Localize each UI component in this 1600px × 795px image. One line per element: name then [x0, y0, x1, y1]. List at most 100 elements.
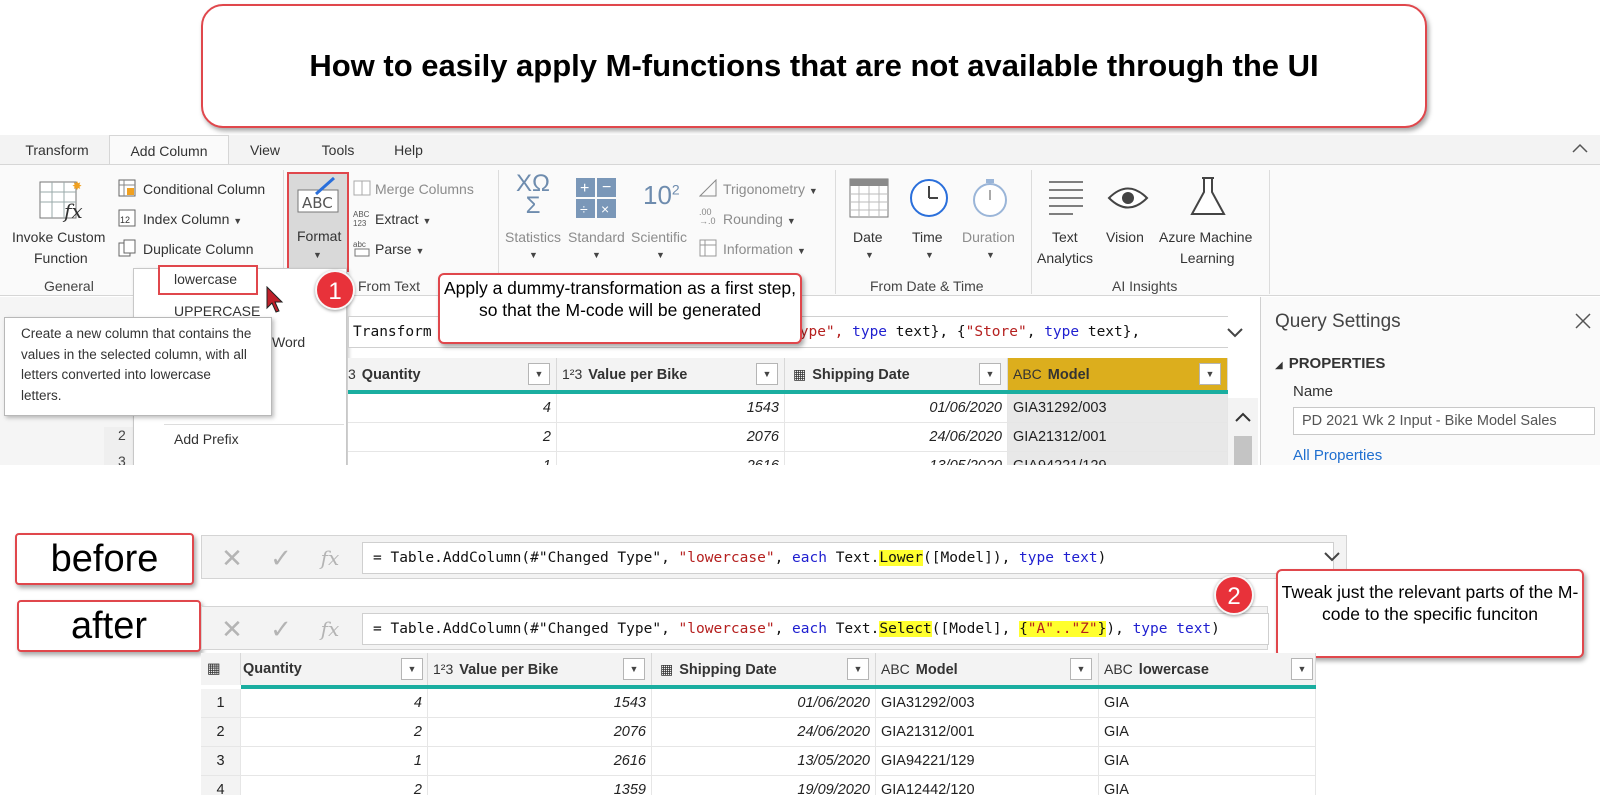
collapse-ribbon-icon[interactable]	[1572, 142, 1588, 154]
merge-columns-button[interactable]: Merge Columns	[375, 181, 474, 197]
scientific-button[interactable]: Scientific	[631, 229, 687, 245]
cell[interactable]: 13/05/2020	[652, 747, 876, 776]
fx-icon[interactable]: fx	[313, 607, 347, 651]
cell[interactable]: GIA	[1099, 689, 1316, 718]
filter-dropdown-icon[interactable]: ▼	[1199, 363, 1221, 385]
scroll-up-icon[interactable]	[1235, 412, 1251, 422]
invoke-custom-function-label1[interactable]: Invoke Custom	[12, 229, 105, 245]
cell[interactable]: GIA21312/001	[876, 718, 1099, 747]
cell[interactable]: 2	[348, 423, 557, 452]
cell[interactable]: 24/06/2020	[652, 718, 876, 747]
cell[interactable]: 2076	[557, 423, 785, 452]
column-header-shipping-date[interactable]: ▦ Shipping Date ▼	[785, 358, 1008, 390]
parse-button[interactable]: Parse ▼	[375, 241, 424, 257]
text-analytics-label1[interactable]: Text	[1052, 229, 1078, 245]
azure-ml-label2[interactable]: Learning	[1180, 250, 1235, 266]
cell[interactable]: GIA	[1099, 776, 1316, 795]
date-button[interactable]: Date	[853, 229, 883, 245]
cancel-icon[interactable]: ✕	[212, 536, 252, 580]
filter-dropdown-icon[interactable]: ▼	[528, 363, 550, 385]
scrollbar-thumb[interactable]	[1234, 436, 1252, 465]
cell[interactable]: 1	[241, 747, 428, 776]
cell[interactable]: 19/09/2020	[652, 776, 876, 795]
cell[interactable]: 1543	[428, 689, 652, 718]
conditional-column-button[interactable]: Conditional Column	[143, 181, 265, 197]
cell[interactable]: 01/06/2020	[785, 394, 1008, 423]
tab-transform[interactable]: Transform	[18, 135, 96, 165]
cell[interactable]: GIA	[1099, 747, 1316, 776]
cell[interactable]: 01/06/2020	[652, 689, 876, 718]
tab-view[interactable]: View	[240, 135, 290, 165]
column-header-quantity[interactable]: 3 Quantity ▼	[348, 358, 557, 390]
table-menu-button[interactable]: ▦	[201, 653, 241, 685]
formula-input-after[interactable]: = Table.AddColumn(#"Changed Type", "lowe…	[362, 613, 1269, 645]
index-column-button[interactable]: Index Column ▼	[143, 211, 242, 227]
filter-dropdown-icon[interactable]: ▼	[979, 363, 1001, 385]
cell[interactable]: 1	[348, 452, 557, 465]
cell[interactable]: 2616	[557, 452, 785, 465]
cell[interactable]: 4	[241, 689, 428, 718]
tab-help[interactable]: Help	[386, 135, 431, 165]
query-name-input[interactable]: PD 2021 Wk 2 Input - Bike Model Sales	[1293, 407, 1595, 435]
invoke-custom-function-label2[interactable]: Function	[34, 250, 88, 266]
duration-button[interactable]: Duration	[962, 229, 1015, 245]
cell[interactable]: 2	[241, 776, 428, 795]
filter-dropdown-icon[interactable]: ▼	[847, 658, 869, 680]
cell[interactable]: GIA31292/003	[876, 689, 1099, 718]
cell[interactable]: GIA94221/129	[1008, 452, 1228, 465]
duplicate-column-button[interactable]: Duplicate Column	[143, 241, 254, 257]
close-icon[interactable]	[1575, 313, 1591, 329]
column-header-value-per-bike[interactable]: 1²3 Value per Bike ▼	[428, 653, 652, 685]
column-header-model[interactable]: ABC Model ▼	[876, 653, 1099, 685]
expand-formula-icon[interactable]	[1227, 328, 1243, 338]
cell[interactable]: 2616	[428, 747, 652, 776]
column-header-quantity[interactable]: Quantity ▼	[241, 653, 428, 685]
trigonometry-button[interactable]: Trigonometry ▼	[723, 181, 818, 197]
commit-icon[interactable]: ✓	[261, 536, 301, 580]
duration-icon	[973, 179, 1007, 217]
menu-item-lowercase[interactable]: lowercase	[158, 265, 258, 295]
rounding-button[interactable]: Rounding ▼	[723, 211, 796, 227]
cell[interactable]: GIA31292/003	[1008, 394, 1228, 423]
filter-dropdown-icon[interactable]: ▼	[1291, 658, 1313, 680]
cell[interactable]: 24/06/2020	[785, 423, 1008, 452]
cell[interactable]: 2076	[428, 718, 652, 747]
vision-button[interactable]: Vision	[1106, 229, 1144, 245]
column-header-value-per-bike[interactable]: 1²3 Value per Bike ▼	[557, 358, 785, 390]
cell[interactable]: 13/05/2020	[785, 452, 1008, 465]
filter-dropdown-icon[interactable]: ▼	[623, 658, 645, 680]
cell[interactable]: GIA94221/129	[876, 747, 1099, 776]
column-header-shipping-date[interactable]: ▦ Shipping Date ▼	[652, 653, 876, 685]
vertical-scrollbar[interactable]	[1228, 398, 1258, 465]
cell[interactable]: GIA21312/001	[1008, 423, 1228, 452]
cell[interactable]: 4	[348, 394, 557, 423]
filter-dropdown-icon[interactable]: ▼	[756, 363, 778, 385]
column-header-lowercase[interactable]: ABC lowercase ▼	[1099, 653, 1316, 685]
cell[interactable]: GIA	[1099, 718, 1316, 747]
filter-dropdown-icon[interactable]: ▼	[401, 658, 423, 680]
expand-formula-icon[interactable]	[1324, 552, 1340, 562]
menu-item-add-prefix[interactable]: Add Prefix	[174, 431, 239, 447]
filter-dropdown-icon[interactable]: ▼	[1070, 658, 1092, 680]
cell[interactable]: 2	[241, 718, 428, 747]
cell[interactable]: 1359	[428, 776, 652, 795]
time-button[interactable]: Time	[912, 229, 943, 245]
commit-icon[interactable]: ✓	[261, 607, 301, 651]
text-analytics-label2[interactable]: Analytics	[1037, 250, 1093, 266]
information-button[interactable]: Information ▼	[723, 241, 806, 257]
cell[interactable]: 1543	[557, 394, 785, 423]
column-header-model[interactable]: ABC Model ▼	[1008, 358, 1228, 390]
properties-section[interactable]: ◢ PROPERTIES	[1275, 355, 1385, 372]
cell[interactable]: GIA12442/120	[876, 776, 1099, 795]
tab-add-column[interactable]: Add Column	[109, 135, 229, 165]
formula-input-before[interactable]: = Table.AddColumn(#"Changed Type", "lowe…	[362, 542, 1334, 574]
standard-button[interactable]: Standard	[568, 229, 625, 245]
statistics-button[interactable]: Statistics	[505, 229, 561, 245]
cancel-icon[interactable]: ✕	[212, 607, 252, 651]
tab-tools[interactable]: Tools	[313, 135, 363, 165]
menu-item-word[interactable]: Word	[272, 334, 305, 350]
extract-button[interactable]: Extract ▼	[375, 211, 431, 227]
fx-icon[interactable]: fx	[313, 536, 347, 580]
azure-ml-label1[interactable]: Azure Machine	[1159, 229, 1252, 245]
all-properties-link[interactable]: All Properties	[1293, 447, 1382, 464]
